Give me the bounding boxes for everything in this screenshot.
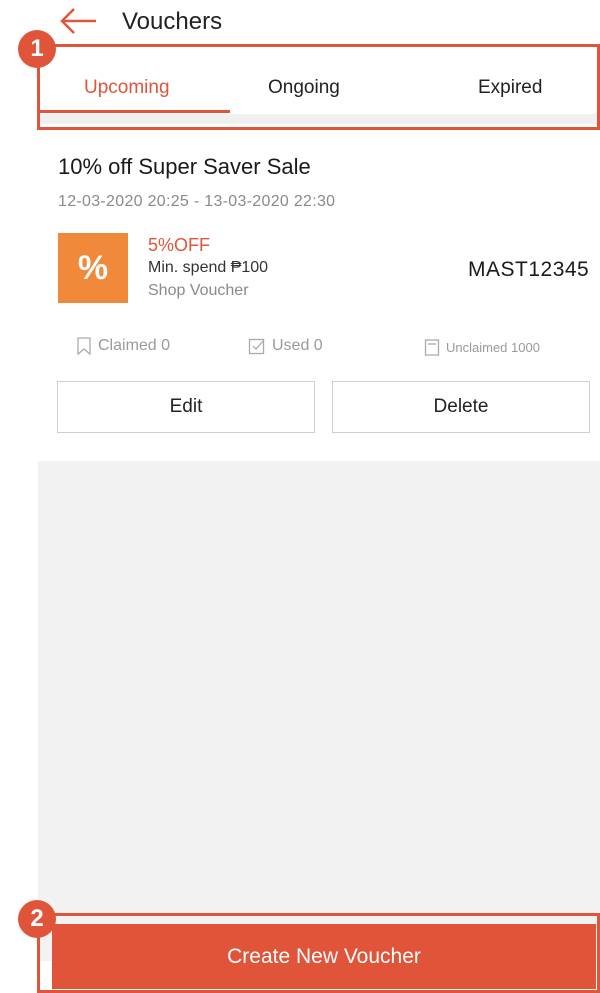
bookmark-icon xyxy=(76,337,92,355)
edit-button[interactable]: Edit xyxy=(57,381,315,433)
claimed-stat: Claimed 0 xyxy=(76,337,170,355)
page-title: Vouchers xyxy=(122,8,223,35)
voucher-title: 10% off Super Saver Sale xyxy=(58,154,311,179)
unclaimed-label: Unclaimed 1000 xyxy=(446,339,540,355)
voucher-min-spend: Min. spend ₱100 xyxy=(148,259,269,276)
used-label: Used 0 xyxy=(272,337,323,354)
annotation-marker-1: 1 xyxy=(18,30,56,68)
voucher-code: MAST12345 xyxy=(468,258,590,281)
used-stat: Used 0 xyxy=(248,337,323,355)
annotation-box-tabs xyxy=(37,44,600,130)
empty-content-area xyxy=(38,461,600,961)
voucher-type: Shop Voucher xyxy=(148,282,249,299)
voucher-dates: 12-03-2020 20:25 - 13-03-2020 22:30 xyxy=(58,193,336,210)
voucher-discount: 5%OFF xyxy=(148,235,211,255)
annotation-box-create xyxy=(37,913,600,993)
check-icon xyxy=(248,337,266,355)
annotation-marker-2: 2 xyxy=(18,900,56,938)
claimed-label: Claimed 0 xyxy=(98,337,171,354)
clipboard-icon xyxy=(424,338,440,356)
back-arrow-icon[interactable] xyxy=(58,6,98,36)
unclaimed-stat: Unclaimed 1000 xyxy=(424,338,540,356)
percent-badge-icon: % xyxy=(58,233,128,303)
delete-button[interactable]: Delete xyxy=(332,381,590,433)
